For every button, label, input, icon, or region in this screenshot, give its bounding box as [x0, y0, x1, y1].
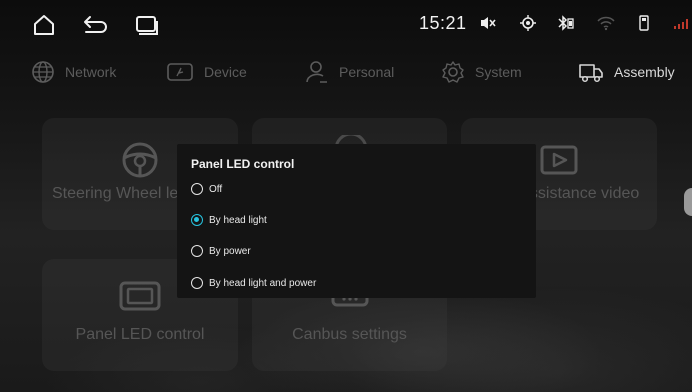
steering-wheel-icon — [119, 140, 161, 180]
screen: 15:21 Network Device Personal System Ass… — [0, 0, 692, 392]
tile-label: Panel LED control — [75, 326, 205, 343]
option-by-power[interactable]: By power — [191, 241, 251, 261]
tile-label: assistance video — [521, 185, 640, 202]
globe-icon — [32, 61, 54, 83]
option-label: Off — [209, 183, 223, 195]
tab-assembly[interactable]: Assembly — [578, 55, 675, 89]
tab-label: Network — [65, 64, 117, 80]
mute-icon — [478, 13, 498, 33]
wifi-icon — [596, 13, 616, 33]
radio-button-selected[interactable] — [191, 214, 203, 226]
panel-led-icon — [118, 279, 162, 313]
tab-personal[interactable]: Personal — [305, 55, 394, 89]
tab-network[interactable]: Network — [31, 55, 116, 89]
option-off[interactable]: Off — [191, 179, 222, 199]
tab-label: Assembly — [614, 64, 675, 80]
status-time: 15:21 — [419, 13, 467, 33]
tab-label: Personal — [339, 64, 395, 80]
tile-label: Canbus settings — [292, 326, 407, 343]
option-by-head-light-and-power[interactable]: By head light and power — [191, 273, 316, 293]
radio-button[interactable] — [191, 277, 203, 289]
panel-led-dialog: Panel LED control Off By head light By p… — [177, 144, 536, 298]
recent-apps-icon[interactable] — [134, 12, 160, 38]
signal-icon — [672, 13, 692, 33]
radio-button[interactable] — [191, 245, 203, 257]
tab-label: System — [475, 64, 522, 80]
radio-button[interactable] — [191, 183, 203, 195]
home-icon[interactable] — [31, 12, 57, 38]
tab-system[interactable]: System — [441, 55, 522, 89]
side-drawer-handle[interactable] — [684, 188, 692, 216]
device-icon — [167, 63, 193, 81]
option-by-head-light[interactable]: By head light — [191, 210, 267, 230]
dialog-title: Panel LED control — [191, 157, 295, 171]
status-bar: 15:21 — [0, 0, 692, 48]
settings-tabs: Network Device Personal System Assembly — [0, 55, 692, 89]
tab-label: Device — [204, 64, 247, 80]
gps-icon — [518, 13, 538, 33]
person-icon — [306, 61, 327, 83]
bluetooth-icon — [556, 13, 576, 33]
option-label: By head light — [209, 214, 267, 226]
video-icon — [537, 140, 581, 180]
back-icon[interactable] — [82, 12, 108, 38]
gear-icon — [442, 61, 464, 83]
tab-device[interactable]: Device — [166, 55, 247, 89]
car-icon — [579, 64, 603, 83]
usb-icon — [634, 13, 654, 33]
option-label: By power — [209, 245, 251, 257]
option-label: By head light and power — [209, 277, 317, 289]
